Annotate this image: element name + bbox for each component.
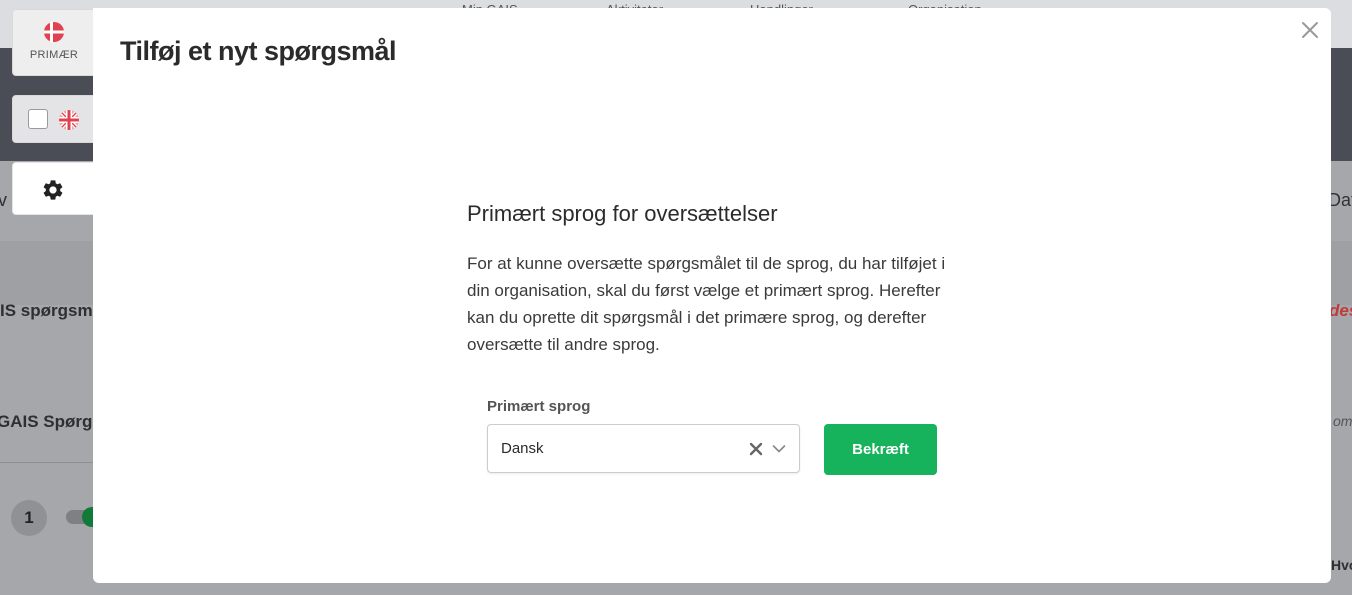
background-row-number: 1 <box>11 500 47 536</box>
select-value: Dansk <box>501 440 544 457</box>
flag-united-kingdom-icon <box>59 110 79 130</box>
background-text: v <box>0 190 7 210</box>
primary-language-label: Primært sprog <box>487 398 591 415</box>
background-text: Dat <box>1328 190 1352 210</box>
clear-selection-icon[interactable] <box>749 442 763 456</box>
modal-title: Tilføj et nyt spørgsmål <box>120 36 397 66</box>
chevron-down-icon[interactable] <box>772 444 786 454</box>
background-text: IS spørgsmå <box>0 301 103 320</box>
background-text: GAIS Spørgs <box>0 412 102 431</box>
background-divider <box>0 462 100 463</box>
gear-icon <box>43 180 63 200</box>
english-language-tab[interactable] <box>12 95 94 143</box>
background-text: Hvo <box>1331 557 1352 573</box>
confirm-button[interactable]: Bekræft <box>824 424 937 475</box>
background-toggle <box>66 507 102 527</box>
add-question-modal: Tilføj et nyt spørgsmål Primært sprog fo… <box>93 8 1331 583</box>
background-text: des <box>1329 301 1352 320</box>
language-settings-tab[interactable] <box>12 162 94 215</box>
primary-language-select[interactable]: Dansk <box>487 424 800 473</box>
section-heading: Primært sprog for oversættelser <box>467 201 778 226</box>
language-checkbox[interactable] <box>28 109 48 129</box>
section-description: For at kunne oversætte spørgsmålet til d… <box>467 254 946 354</box>
background-text: oma <box>1333 413 1352 429</box>
close-icon[interactable] <box>1301 21 1319 39</box>
primary-language-tab[interactable]: PRIMÆR <box>12 9 94 76</box>
primary-tab-label: PRIMÆR <box>29 49 79 61</box>
flag-denmark-icon <box>44 22 64 42</box>
primary-language-section: Primært sprog for oversættelser <box>467 201 967 227</box>
